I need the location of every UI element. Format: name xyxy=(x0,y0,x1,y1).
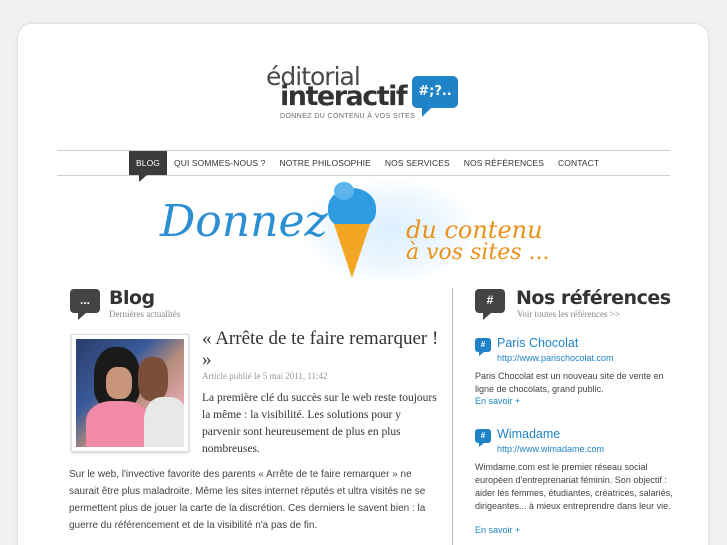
article-photo xyxy=(76,339,184,447)
nav-item-contact[interactable]: CONTACT xyxy=(551,151,606,175)
nav-item-notre-philosophie[interactable]: NOTRE PHILOSOPHIE xyxy=(272,151,377,175)
reference-url-link[interactable]: http://www.parischocolat.com xyxy=(497,353,614,363)
logo-text-interactif: interactif xyxy=(280,81,408,112)
article-meta: Article publié le 5 mai 2011, 11:42 xyxy=(202,371,328,381)
reference-hash-icon: # xyxy=(475,429,491,447)
references-hash-icon: # xyxy=(475,289,505,320)
nav-item-qui-sommes-nous[interactable]: QUI SOMMES-NOUS ? xyxy=(167,151,272,175)
article-body: Sur le web, l'invective favorite des par… xyxy=(69,469,426,531)
photo-body-1 xyxy=(86,401,150,447)
reference-item: # Paris Chocolat http://www.parischocola… xyxy=(475,336,675,416)
ice-cream-cone-icon xyxy=(334,224,370,278)
reference-more-link[interactable]: En savoir + xyxy=(475,525,520,535)
see-all-references-link[interactable]: Voir toutes les références >> xyxy=(517,309,620,319)
references-section-title: Nos références xyxy=(516,287,671,309)
nav-item-nos-references[interactable]: NOS RÉFÉRENCES xyxy=(457,151,551,175)
hero-banner: Donnez du contenu à vos sites ... xyxy=(150,176,590,286)
reference-url-link[interactable]: http://www.wimadame.com xyxy=(497,444,604,454)
reference-item: # Wimadame http://www.wimadame.com Wimda… xyxy=(475,427,675,542)
photo-face-2 xyxy=(138,357,168,401)
nav-item-blog[interactable]: BLOG xyxy=(129,151,168,182)
reference-description: Paris Chocolat est un nouveau site de ve… xyxy=(475,371,664,394)
photo-face-1 xyxy=(106,367,132,399)
nav-list: BLOG QUI SOMMES-NOUS ? NOTRE PHILOSOPHIE… xyxy=(129,151,606,182)
logo-tagline: DONNEZ DU CONTENU À VOS SITES xyxy=(280,113,416,120)
logo-speech-bubble-icon: #;?.. xyxy=(412,76,458,117)
banner-subline-2: à vos sites ... xyxy=(406,240,550,265)
reference-name-link[interactable]: Wimadame xyxy=(497,427,560,441)
photo-body-2 xyxy=(144,397,184,447)
blog-speech-bubble-icon: ... xyxy=(70,289,100,320)
reference-name-link[interactable]: Paris Chocolat xyxy=(497,336,578,350)
reference-more-link[interactable]: En savoir + xyxy=(475,396,520,406)
nav-item-nos-services[interactable]: NOS SERVICES xyxy=(378,151,457,175)
blog-section-title: Blog xyxy=(109,287,155,309)
ice-cream-scoop-icon xyxy=(328,182,376,228)
column-divider xyxy=(452,288,453,545)
article-title-link[interactable]: « Arrête de te faire remarquer ! » xyxy=(202,328,442,370)
banner-headline: Donnez xyxy=(160,196,328,247)
reference-description: Wimdame.com est le premier réseau social… xyxy=(475,462,673,511)
site-logo[interactable]: éditorial interactif #;?.. DONNEZ DU CON… xyxy=(264,62,464,128)
reference-hash-icon: # xyxy=(475,338,491,356)
article-thumbnail[interactable] xyxy=(71,334,189,452)
main-navigation: BLOG QUI SOMMES-NOUS ? NOTRE PHILOSOPHIE… xyxy=(57,150,670,182)
blog-section-subtitle: Dernières actualités xyxy=(109,309,181,319)
article-lead: La première clé du succès sur le web res… xyxy=(202,392,437,455)
